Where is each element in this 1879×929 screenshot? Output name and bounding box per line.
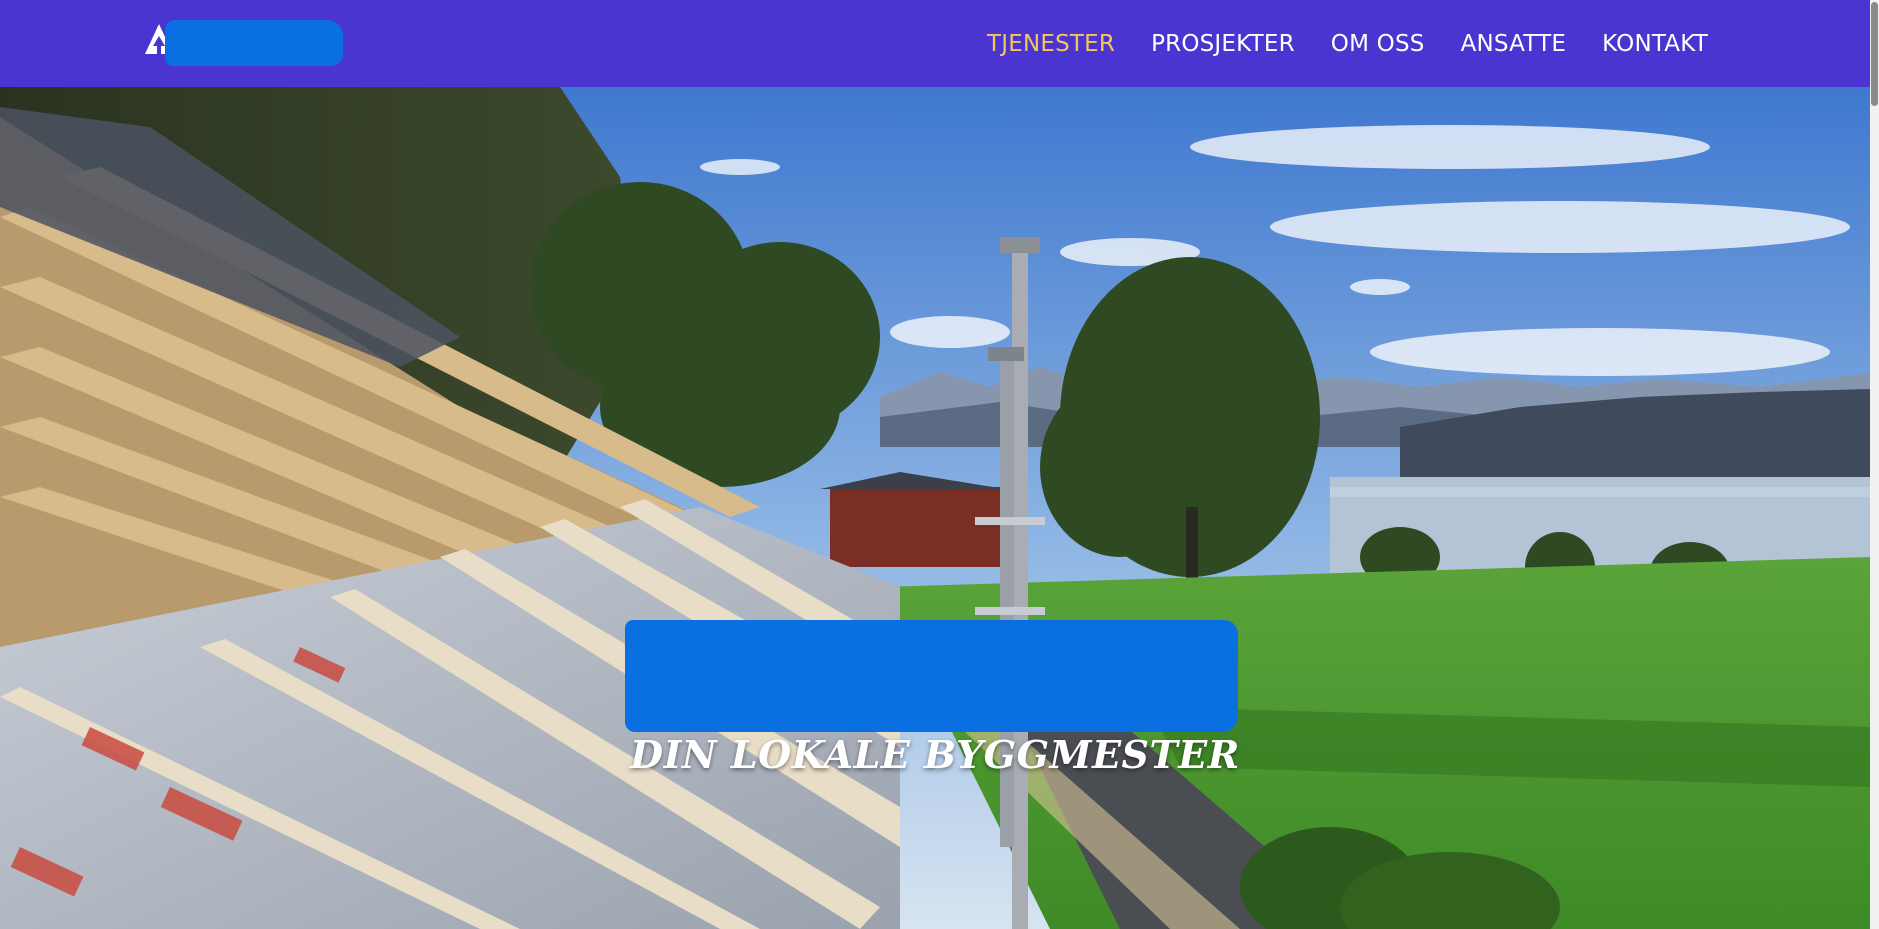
- hero-background-image: [0, 87, 1870, 929]
- site-logo[interactable]: [145, 20, 345, 68]
- hero-heading-redacted: [625, 620, 1238, 732]
- scrollbar-thumb[interactable]: [1871, 2, 1878, 106]
- hero-section: DIN LOKALE BYGGMESTER: [0, 87, 1870, 929]
- nav-item-om-oss[interactable]: OM OSS: [1331, 31, 1425, 57]
- main-nav: TJENESTER PROSJEKTER OM OSS ANSATTE KONT…: [987, 0, 1708, 87]
- logo-text-redacted: [165, 20, 343, 66]
- nav-item-tjenester[interactable]: TJENESTER: [987, 31, 1115, 57]
- nav-item-ansatte[interactable]: ANSATTE: [1461, 31, 1567, 57]
- page-scrollbar[interactable]: [1870, 0, 1879, 929]
- nav-item-kontakt[interactable]: KONTAKT: [1602, 31, 1708, 57]
- nav-item-prosjekter[interactable]: PROSJEKTER: [1151, 31, 1295, 57]
- top-navbar: TJENESTER PROSJEKTER OM OSS ANSATTE KONT…: [0, 0, 1870, 87]
- hero-tagline: DIN LOKALE BYGGMESTER: [630, 732, 1240, 777]
